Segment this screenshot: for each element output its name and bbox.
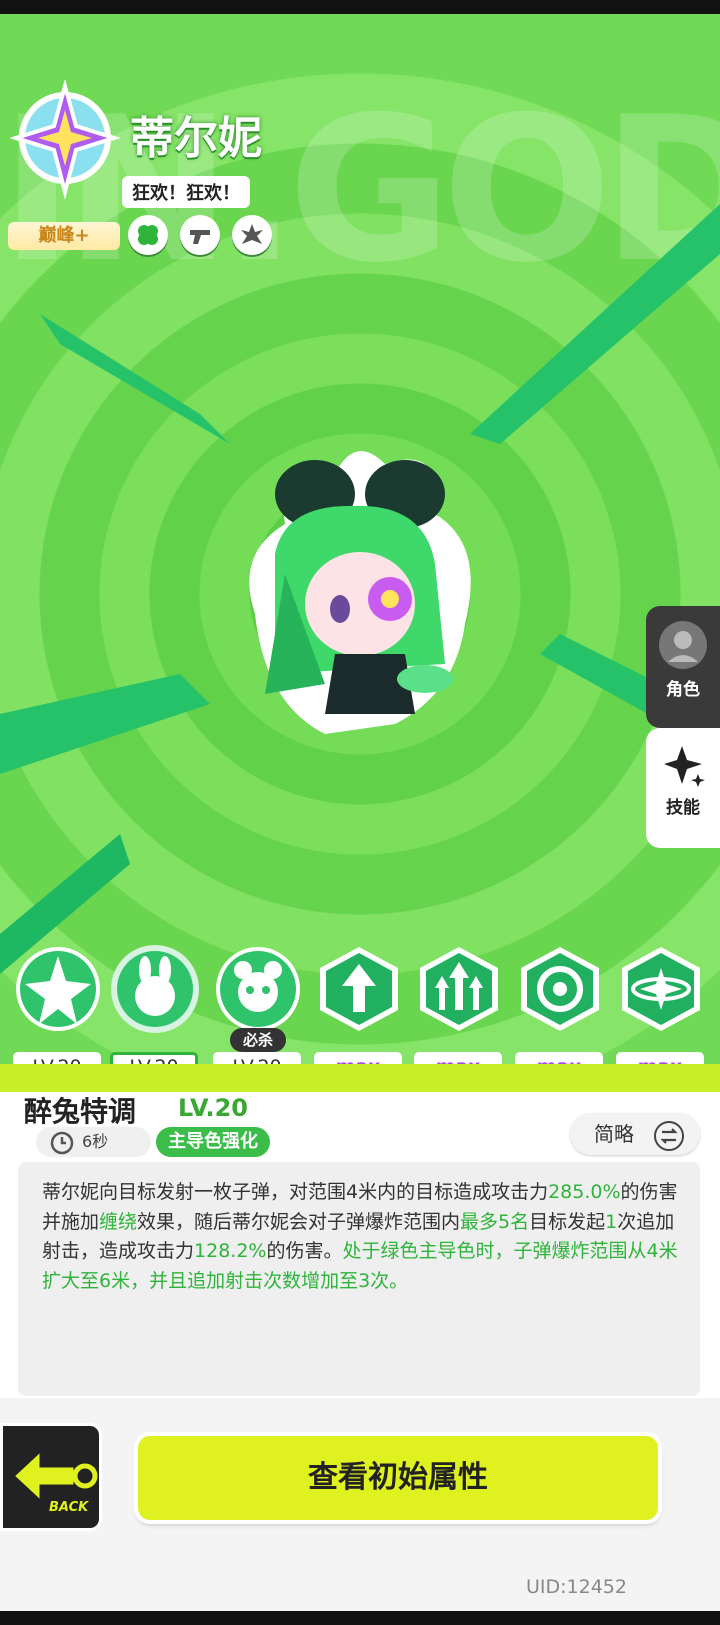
back-button[interactable]: BACK xyxy=(0,1423,102,1531)
triple-arrow-icon xyxy=(420,947,498,1031)
cooldown-value: 6秒 xyxy=(82,1132,109,1151)
skill-1-button[interactable] xyxy=(13,944,103,1034)
skill-list: LV.20 LV.20 必杀 LV.20 max max max max xyxy=(0,944,720,1084)
panda-icon xyxy=(216,947,300,1031)
sparkle-icon xyxy=(664,746,705,787)
rabbit-icon xyxy=(111,945,199,1033)
tab-skills-label: 技能 xyxy=(666,798,700,818)
skill-3-button[interactable] xyxy=(213,944,303,1034)
arrow-up-icon xyxy=(320,947,398,1031)
rank-badge: 巅峰+ xyxy=(8,222,120,250)
tab-skills[interactable]: 技能 xyxy=(646,728,720,848)
tab-character[interactable]: 角色 xyxy=(646,606,720,728)
cooldown-badge: 6秒 xyxy=(36,1127,151,1157)
clover-icon[interactable] xyxy=(128,215,168,255)
timer-icon xyxy=(50,1131,74,1154)
character-portrait xyxy=(249,451,471,734)
skill-name: 醉兔特调 xyxy=(24,1095,137,1128)
skill-description: 蒂尔妮向目标发射一枚子弹，对范围4米内的目标造成攻击力285.0%的伤害并施加缠… xyxy=(42,1181,678,1292)
skill-6-button[interactable] xyxy=(515,944,605,1034)
brief-toggle-label: 简略 xyxy=(594,1122,634,1146)
brief-toggle-button[interactable]: 简略 xyxy=(570,1113,700,1155)
sparkle-star-icon xyxy=(16,947,100,1031)
swap-icon xyxy=(654,1120,685,1151)
tab-character-label: 角色 xyxy=(666,680,700,700)
skill-4-button[interactable] xyxy=(314,944,404,1034)
character-name: 蒂尔妮 xyxy=(130,113,262,164)
view-initial-stats-button[interactable]: 查看初始属性 xyxy=(138,1436,658,1520)
skill-5-button[interactable] xyxy=(414,944,504,1034)
star-emblem-icon xyxy=(10,80,120,200)
user-id: UID:12452 xyxy=(526,1576,627,1598)
avatar-icon xyxy=(659,621,707,669)
star-orbit-icon xyxy=(622,947,700,1031)
skill-2-button[interactable] xyxy=(110,944,200,1034)
ultimate-badge: 必杀 xyxy=(230,1028,286,1052)
swirl-icon xyxy=(521,947,599,1031)
burst-icon[interactable] xyxy=(232,215,272,255)
skill-7-button[interactable] xyxy=(616,944,706,1034)
dominant-color-tag: 主导色强化 xyxy=(156,1127,270,1157)
character-tagline: 狂欢！狂欢！ xyxy=(122,176,250,208)
skill-level: LV.20 xyxy=(178,1094,248,1122)
gun-icon[interactable] xyxy=(180,215,220,255)
back-label: BACK xyxy=(49,1500,89,1515)
